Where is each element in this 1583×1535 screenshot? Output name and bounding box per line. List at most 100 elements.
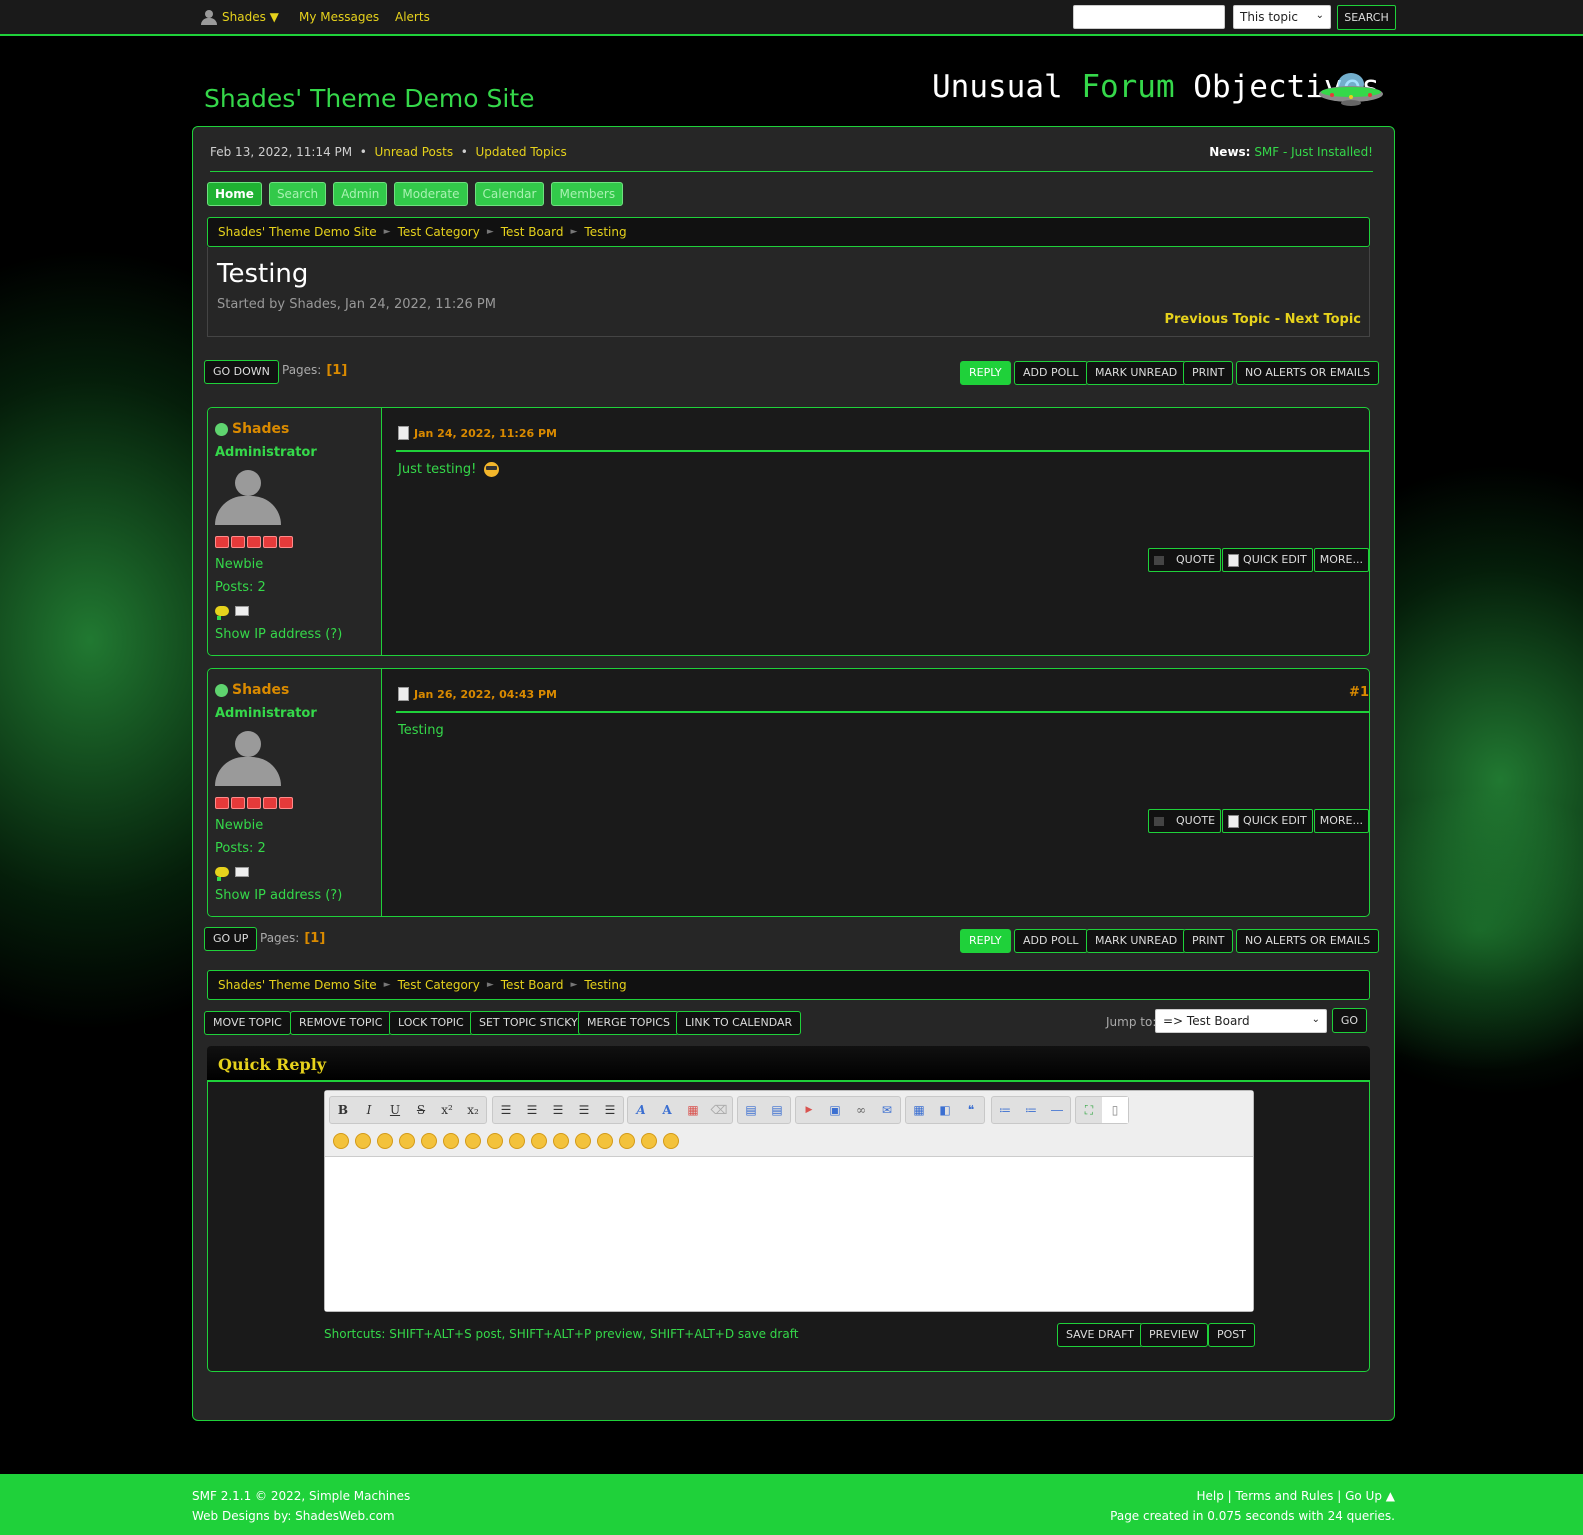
- quote-insert-icon[interactable]: ❝: [958, 1097, 984, 1123]
- reply-button[interactable]: REPLY: [960, 929, 1011, 953]
- smiley-icon[interactable]: [553, 1133, 569, 1149]
- align-left-icon[interactable]: ☰: [493, 1097, 519, 1123]
- menu-calendar[interactable]: Calendar: [474, 182, 545, 206]
- quick-edit-button[interactable]: QUICK EDIT: [1222, 548, 1313, 572]
- smiley-icon[interactable]: [421, 1133, 437, 1149]
- email-icon[interactable]: [235, 867, 249, 877]
- preview-button[interactable]: PREVIEW: [1140, 1323, 1208, 1347]
- email-link-icon[interactable]: ✉: [874, 1097, 900, 1123]
- email-icon[interactable]: [235, 606, 249, 616]
- reply-button[interactable]: REPLY: [960, 361, 1011, 385]
- jump-go-button[interactable]: GO: [1332, 1008, 1367, 1033]
- remove-format-icon[interactable]: ⌫: [706, 1097, 732, 1123]
- poster-name[interactable]: Shades: [215, 682, 289, 698]
- go-down-button[interactable]: GO DOWN: [204, 360, 279, 384]
- add-poll-button[interactable]: ADD POLL: [1014, 361, 1088, 385]
- maximize-icon[interactable]: ⛶: [1076, 1097, 1102, 1123]
- show-ip-link[interactable]: Show IP address (?): [215, 627, 342, 642]
- youtube-icon[interactable]: ▶: [796, 1097, 822, 1123]
- font-size-icon[interactable]: A: [654, 1097, 680, 1123]
- align-right-icon[interactable]: ☰: [571, 1097, 597, 1123]
- merge-topics-button[interactable]: MERGE TOPICS: [578, 1011, 679, 1035]
- table-icon[interactable]: ▦: [906, 1097, 932, 1123]
- smiley-icon[interactable]: [399, 1133, 415, 1149]
- menu-home[interactable]: Home: [207, 182, 262, 206]
- horizontal-rule-icon[interactable]: ―: [1044, 1097, 1070, 1123]
- float-right-icon[interactable]: ▤: [764, 1097, 790, 1123]
- menu-search[interactable]: Search: [268, 182, 327, 206]
- justify-icon[interactable]: ☰: [597, 1097, 623, 1123]
- font-face-icon[interactable]: A: [628, 1097, 654, 1123]
- smiley-icon[interactable]: [443, 1133, 459, 1149]
- remove-topic-button[interactable]: REMOVE TOPIC: [290, 1011, 392, 1035]
- bold-button[interactable]: B: [330, 1097, 356, 1123]
- image-icon[interactable]: ▣: [822, 1097, 848, 1123]
- search-button[interactable]: SEARCH: [1337, 5, 1396, 30]
- smiley-icon[interactable]: [575, 1133, 591, 1149]
- link-calendar-button[interactable]: LINK TO CALENDAR: [676, 1011, 802, 1035]
- smiley-icon[interactable]: [465, 1133, 481, 1149]
- previous-topic-link[interactable]: Previous Topic: [1164, 312, 1270, 327]
- post-date[interactable]: Jan 24, 2022, 11:26 PM: [398, 426, 557, 440]
- poster-name[interactable]: Shades: [215, 421, 289, 437]
- italic-button[interactable]: I: [356, 1097, 382, 1123]
- post-date[interactable]: Jan 26, 2022, 04:43 PM: [398, 687, 557, 701]
- page-number-link[interactable]: [1]: [326, 363, 347, 378]
- smiley-icon[interactable]: [377, 1133, 393, 1149]
- smiley-icon[interactable]: [597, 1133, 613, 1149]
- site-title[interactable]: Shades' Theme Demo Site: [204, 84, 535, 113]
- post-button[interactable]: POST: [1208, 1323, 1255, 1347]
- nav-alerts[interactable]: Alerts: [395, 10, 430, 24]
- align-center-icon[interactable]: ☰: [545, 1097, 571, 1123]
- more-button[interactable]: MORE...: [1313, 809, 1369, 833]
- personal-message-icon[interactable]: [215, 606, 229, 620]
- personal-message-icon[interactable]: [215, 867, 229, 881]
- quick-edit-button[interactable]: QUICK EDIT: [1222, 809, 1313, 833]
- mark-unread-button[interactable]: MARK UNREAD: [1086, 929, 1187, 953]
- breadcrumb-board[interactable]: Test Board: [501, 225, 564, 239]
- move-topic-button[interactable]: MOVE TOPIC: [204, 1011, 291, 1035]
- ordered-list-icon[interactable]: ≔: [1018, 1097, 1044, 1123]
- breadcrumb-topic[interactable]: Testing: [584, 225, 626, 239]
- unread-posts-link[interactable]: Unread Posts: [374, 145, 453, 159]
- print-button[interactable]: PRINT: [1183, 929, 1234, 953]
- next-topic-link[interactable]: Next Topic: [1285, 312, 1361, 327]
- code-icon[interactable]: ◧: [932, 1097, 958, 1123]
- more-button[interactable]: MORE...: [1313, 548, 1369, 572]
- source-mode-icon[interactable]: ▯: [1102, 1097, 1128, 1123]
- subscript-button[interactable]: x₂: [460, 1097, 486, 1123]
- breadcrumb-category[interactable]: Test Category: [398, 225, 480, 239]
- smiley-icon[interactable]: [531, 1133, 547, 1149]
- go-up-button[interactable]: GO UP: [204, 927, 258, 951]
- jump-to-select[interactable]: => Test Board ⌄: [1155, 1009, 1327, 1033]
- superscript-button[interactable]: x²: [434, 1097, 460, 1123]
- add-poll-button[interactable]: ADD POLL: [1014, 929, 1088, 953]
- breadcrumb-site[interactable]: Shades' Theme Demo Site: [218, 225, 377, 239]
- smiley-icon[interactable]: [663, 1133, 679, 1149]
- smiley-icon[interactable]: [333, 1133, 349, 1149]
- notify-button[interactable]: NO ALERTS OR EMAILS: [1236, 929, 1380, 953]
- print-button[interactable]: PRINT: [1183, 361, 1234, 385]
- page-number-link[interactable]: [1]: [304, 931, 325, 946]
- link-icon[interactable]: ∞: [848, 1097, 874, 1123]
- quote-button[interactable]: QUOTE: [1148, 548, 1222, 572]
- align-justify-left-icon[interactable]: ☰: [519, 1097, 545, 1123]
- font-color-icon[interactable]: ▦: [680, 1097, 706, 1123]
- user-menu[interactable]: Shades ▼: [201, 10, 279, 25]
- mark-unread-button[interactable]: MARK UNREAD: [1086, 361, 1187, 385]
- breadcrumb-board[interactable]: Test Board: [501, 978, 564, 992]
- float-left-icon[interactable]: ▤: [738, 1097, 764, 1123]
- nav-my-messages[interactable]: My Messages: [299, 10, 379, 24]
- lock-topic-button[interactable]: LOCK TOPIC: [389, 1011, 473, 1035]
- quote-button[interactable]: QUOTE: [1148, 809, 1222, 833]
- smiley-icon[interactable]: [509, 1133, 525, 1149]
- breadcrumb-topic[interactable]: Testing: [584, 978, 626, 992]
- footer-designs[interactable]: Web Designs by: ShadesWeb.com: [192, 1509, 395, 1523]
- strike-button[interactable]: S: [408, 1097, 434, 1123]
- footer-links[interactable]: Help | Terms and Rules | Go Up ▲: [1196, 1489, 1395, 1503]
- sticky-topic-button[interactable]: SET TOPIC STICKY: [470, 1011, 587, 1035]
- smiley-icon[interactable]: [619, 1133, 635, 1149]
- message-textarea[interactable]: [325, 1158, 1253, 1311]
- menu-admin[interactable]: Admin: [333, 182, 388, 206]
- updated-topics-link[interactable]: Updated Topics: [475, 145, 566, 159]
